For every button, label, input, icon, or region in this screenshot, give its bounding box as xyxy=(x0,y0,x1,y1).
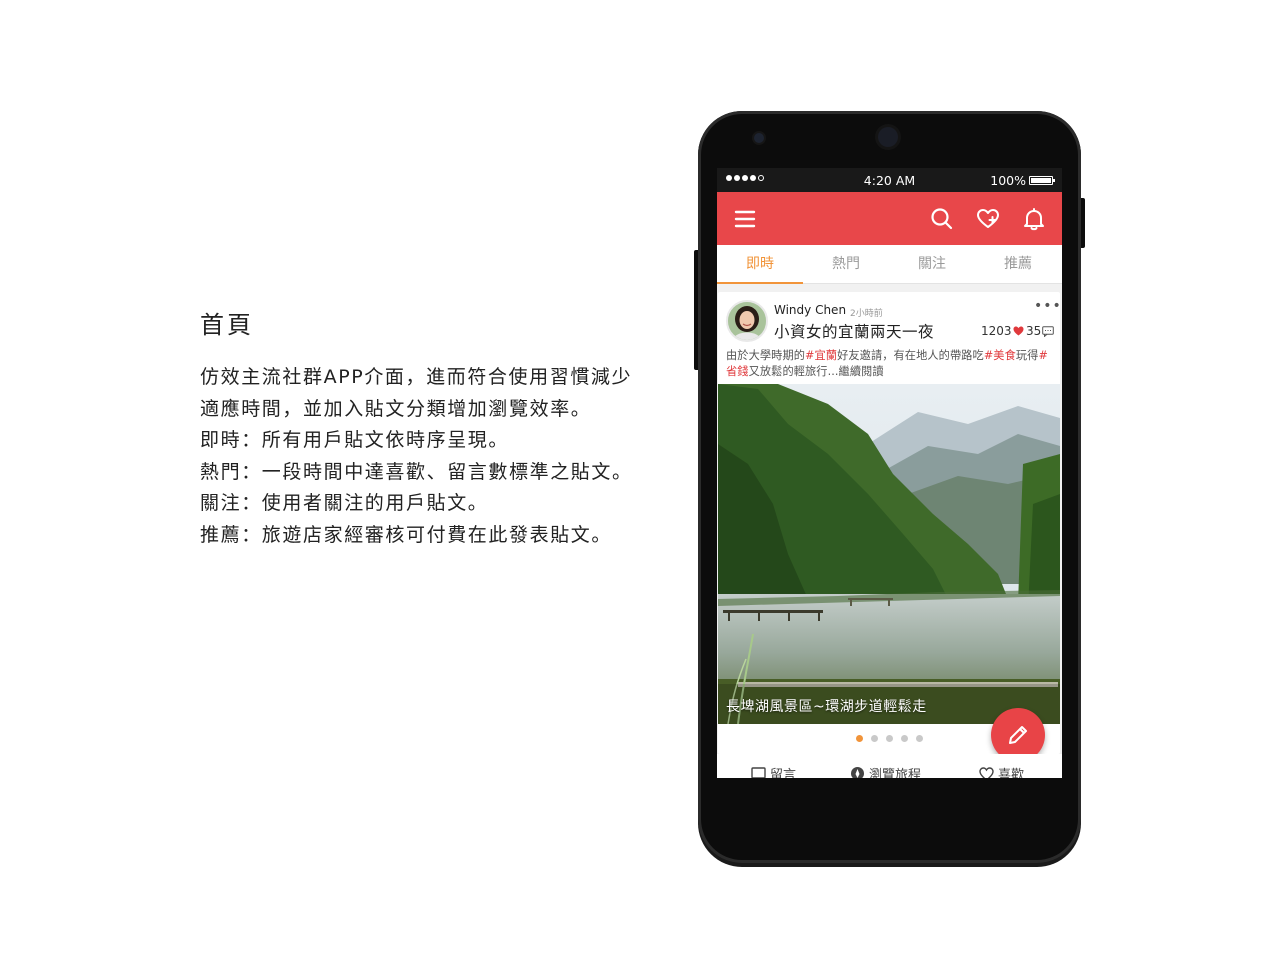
post-photo[interactable]: 長埤湖風景區~環湖步道輕鬆走 xyxy=(718,384,1060,724)
like-count: 1203 xyxy=(981,324,1024,338)
post-excerpt[interactable]: 由於大學時期的#宜蘭好友邀請，有在地人的帶路吃#美食玩得#省錢又放鬆的輕旅行..… xyxy=(726,348,1058,379)
description-line: 即時：所有用戶貼文依時序呈現。 xyxy=(200,429,510,451)
carousel-dot[interactable] xyxy=(885,735,893,742)
comment-icon xyxy=(751,766,766,778)
post-card[interactable]: Windy Chen 2小時前 ••• 小資女的宜蘭兩天一夜 1203 35 由… xyxy=(718,292,1060,754)
like-button-label: 喜歡 xyxy=(998,768,1025,778)
more-options-icon[interactable]: ••• xyxy=(1034,298,1060,314)
heart-outline-icon xyxy=(979,766,994,778)
tab-realtime[interactable]: 即時 xyxy=(717,245,803,284)
hashtag-link[interactable]: #美食 xyxy=(984,349,1016,362)
search-icon[interactable] xyxy=(929,206,955,232)
comment-button-label: 留言 xyxy=(770,768,797,778)
description-line: 熱門：一段時間中達喜歡、留言數標準之貼文。 xyxy=(200,460,633,483)
menu-icon[interactable] xyxy=(732,206,758,232)
battery-percent: 100% xyxy=(990,173,1026,188)
comment-icon xyxy=(1042,325,1055,337)
tab-popular[interactable]: 熱門 xyxy=(803,245,889,284)
description-line: 關注：使用者關注的用戶貼文。 xyxy=(200,492,489,514)
avatar[interactable] xyxy=(726,300,768,342)
app-bar xyxy=(717,192,1062,245)
active-tab-indicator xyxy=(717,282,803,284)
compass-icon xyxy=(851,767,864,778)
description-panel: 首頁 仿效主流社群APP介面，進而符合使用習慣減少 適應時間，並加入貼文分類增加… xyxy=(200,305,670,551)
phone-camera xyxy=(878,127,898,147)
tab-recommended[interactable]: 推薦 xyxy=(975,245,1061,284)
description-line: 推薦：旅遊店家經審核可付費在此發表貼文。 xyxy=(200,523,613,546)
excerpt-text: 由於大學時期的 xyxy=(726,349,806,362)
heart-icon xyxy=(1013,326,1024,336)
post-title[interactable]: 小資女的宜蘭兩天一夜 xyxy=(774,320,934,342)
carousel-dot[interactable] xyxy=(870,735,878,742)
section-title: 首頁 xyxy=(200,311,254,339)
like-count-value: 1203 xyxy=(981,324,1012,338)
battery-icon xyxy=(1029,176,1055,185)
excerpt-text: 玩得 xyxy=(1015,349,1039,362)
photo-caption: 長埤湖風景區~環湖步道輕鬆走 xyxy=(726,699,927,715)
tab-bar: 即時 熱門 關注 推薦 xyxy=(717,245,1062,284)
hashtag-link[interactable]: #宜蘭 xyxy=(805,349,837,362)
phone-sensor xyxy=(754,133,764,143)
view-trip-label: 瀏覽旅程 xyxy=(869,768,922,778)
pencil-icon xyxy=(1009,726,1027,744)
description-line: 仿效主流社群APP介面，進而符合使用習慣減少 xyxy=(200,366,633,388)
carousel-dot[interactable] xyxy=(900,735,908,742)
heart-add-icon[interactable] xyxy=(975,206,1001,232)
description-line: 適應時間，並加入貼文分類增加瀏覽效率。 xyxy=(200,397,592,420)
comment-count-value: 35 xyxy=(1026,324,1042,338)
view-trip-button[interactable]: 瀏覽旅程 xyxy=(850,764,921,778)
status-bar: 4:20 AM 100% xyxy=(717,168,1062,192)
like-button[interactable]: 喜歡 xyxy=(979,764,1024,778)
author-name[interactable]: Windy Chen xyxy=(774,303,846,317)
tab-following[interactable]: 關注 xyxy=(889,245,975,284)
excerpt-text: 又放鬆的輕旅行...繼續閱讀 xyxy=(748,364,884,378)
carousel-dot-active[interactable] xyxy=(855,735,863,742)
carousel-dot[interactable] xyxy=(915,735,923,742)
phone-screen: 4:20 AM 100% 即時 熱門 關注 推薦 Windy Chen 2小時前… xyxy=(717,168,1062,778)
comment-count: 35 xyxy=(1026,324,1055,338)
post-action-bar: 留言 瀏覽旅程 喜歡 xyxy=(717,754,1062,778)
bell-icon[interactable] xyxy=(1021,206,1047,232)
post-time: 2小時前 xyxy=(850,309,883,319)
comment-button[interactable]: 留言 xyxy=(751,764,796,778)
excerpt-text: 好友邀請，有在地人的帶路吃 xyxy=(837,349,984,362)
